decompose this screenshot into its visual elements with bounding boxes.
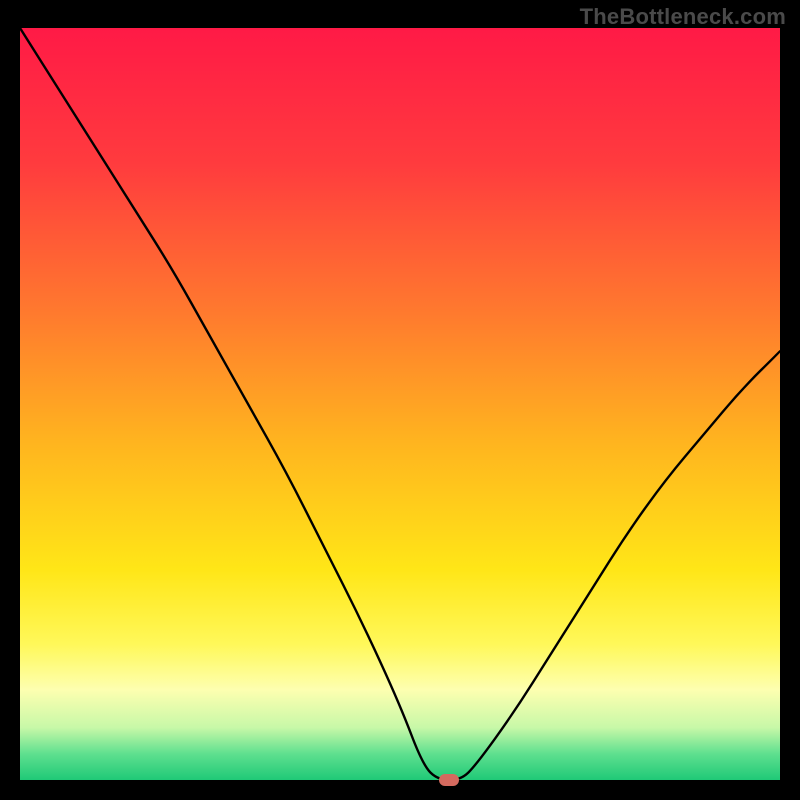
gradient-rect: [20, 28, 780, 780]
plot-svg: [20, 28, 780, 780]
plot-area: [20, 28, 780, 780]
optimal-marker: [439, 774, 459, 786]
chart-container: TheBottleneck.com: [0, 0, 800, 800]
watermark-text: TheBottleneck.com: [580, 4, 786, 30]
